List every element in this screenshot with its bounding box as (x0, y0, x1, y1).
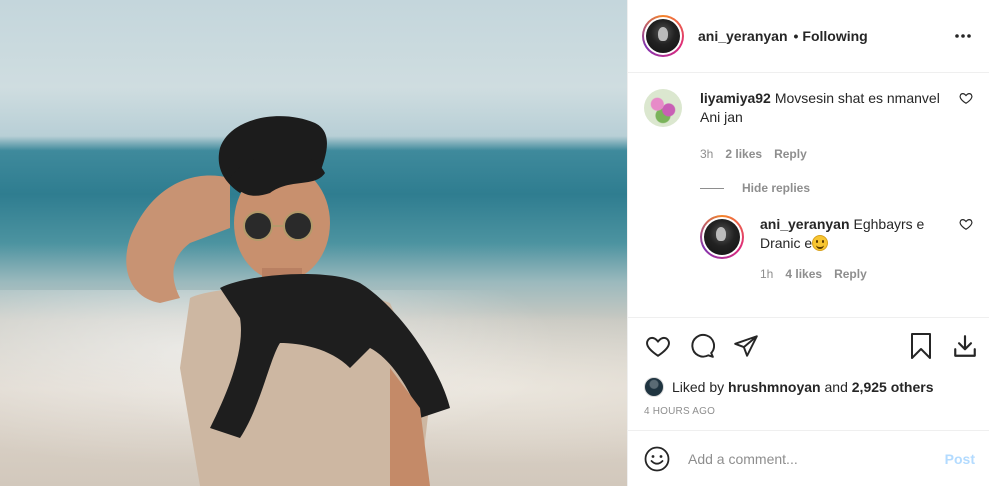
liked-by-and: and (824, 379, 848, 395)
instagram-post: ani_yeranyan • Following liyamiya92 Movse… (0, 0, 989, 486)
commenter-avatar[interactable] (644, 89, 682, 127)
post-side-panel: ani_yeranyan • Following liyamiya92 Movse… (627, 0, 989, 486)
hide-replies-button[interactable]: Hide replies (700, 181, 973, 195)
likes-summary: Liked by hrushmnoyan and 2,925 others (628, 374, 989, 400)
comment-text-block: liyamiya92 Movsesin shat es nmanvel Ani j… (700, 89, 945, 127)
reply-comment: ani_yeranyan Eghbayrs e Dranic e 1h 4 lik… (700, 215, 973, 281)
person-figure (126, 116, 450, 486)
liked-by-prefix: Liked by (672, 379, 725, 395)
add-comment-bar: Post (628, 430, 989, 486)
comment: liyamiya92 Movsesin shat es nmanvel Ani j… (644, 89, 973, 161)
reply-text-block: ani_yeranyan Eghbayrs e Dranic e (760, 215, 945, 253)
reply-username[interactable]: ani_yeranyan (760, 216, 850, 232)
comment-meta: 3h 2 likes Reply (700, 147, 945, 161)
emoji-icon[interactable] (644, 446, 670, 472)
download-icon[interactable] (951, 332, 979, 360)
comments-section: liyamiya92 Movsesin shat es nmanvel Ani j… (628, 73, 989, 318)
more-horizontal-icon[interactable] (951, 24, 975, 48)
liker-avatar[interactable] (644, 377, 664, 397)
reply-heart-icon[interactable] (959, 217, 973, 231)
reply-time[interactable]: 1h (760, 267, 773, 281)
comment-time[interactable]: 3h (700, 147, 713, 161)
post-button[interactable]: Post (945, 451, 975, 467)
hide-replies-line (700, 187, 724, 189)
comment-username[interactable]: liyamiya92 (700, 90, 771, 106)
post-timestamp[interactable]: 4 HOURS AGO (628, 400, 989, 428)
post-photo[interactable] (0, 0, 627, 486)
heart-icon[interactable] (644, 332, 672, 360)
following-button[interactable]: Following (802, 28, 867, 44)
author-avatar-image (646, 19, 680, 53)
hide-replies-label: Hide replies (742, 181, 811, 195)
comment-heart-icon[interactable] (959, 91, 973, 105)
comment-icon[interactable] (688, 332, 716, 360)
reply-meta: 1h 4 likes Reply (760, 267, 945, 281)
reply-avatar-image (704, 219, 740, 255)
author-username[interactable]: ani_yeranyan (698, 28, 788, 44)
reply-reply-button[interactable]: Reply (834, 267, 867, 281)
liked-by-others[interactable]: 2,925 others (852, 379, 934, 395)
smiley-emoji-icon (812, 235, 829, 251)
post-header: ani_yeranyan • Following (628, 0, 989, 73)
reply-avatar[interactable] (700, 215, 744, 259)
post-actions (628, 318, 989, 374)
header-separator: • (793, 28, 799, 44)
bookmark-icon[interactable] (907, 332, 935, 360)
reply-likes[interactable]: 4 likes (785, 267, 822, 281)
liked-by-user[interactable]: hrushmnoyan (728, 379, 821, 395)
comment-likes[interactable]: 2 likes (725, 147, 762, 161)
author-avatar[interactable] (642, 15, 684, 57)
paper-plane-icon[interactable] (732, 332, 760, 360)
comment-reply-button[interactable]: Reply (774, 147, 807, 161)
add-comment-input[interactable] (688, 450, 945, 467)
